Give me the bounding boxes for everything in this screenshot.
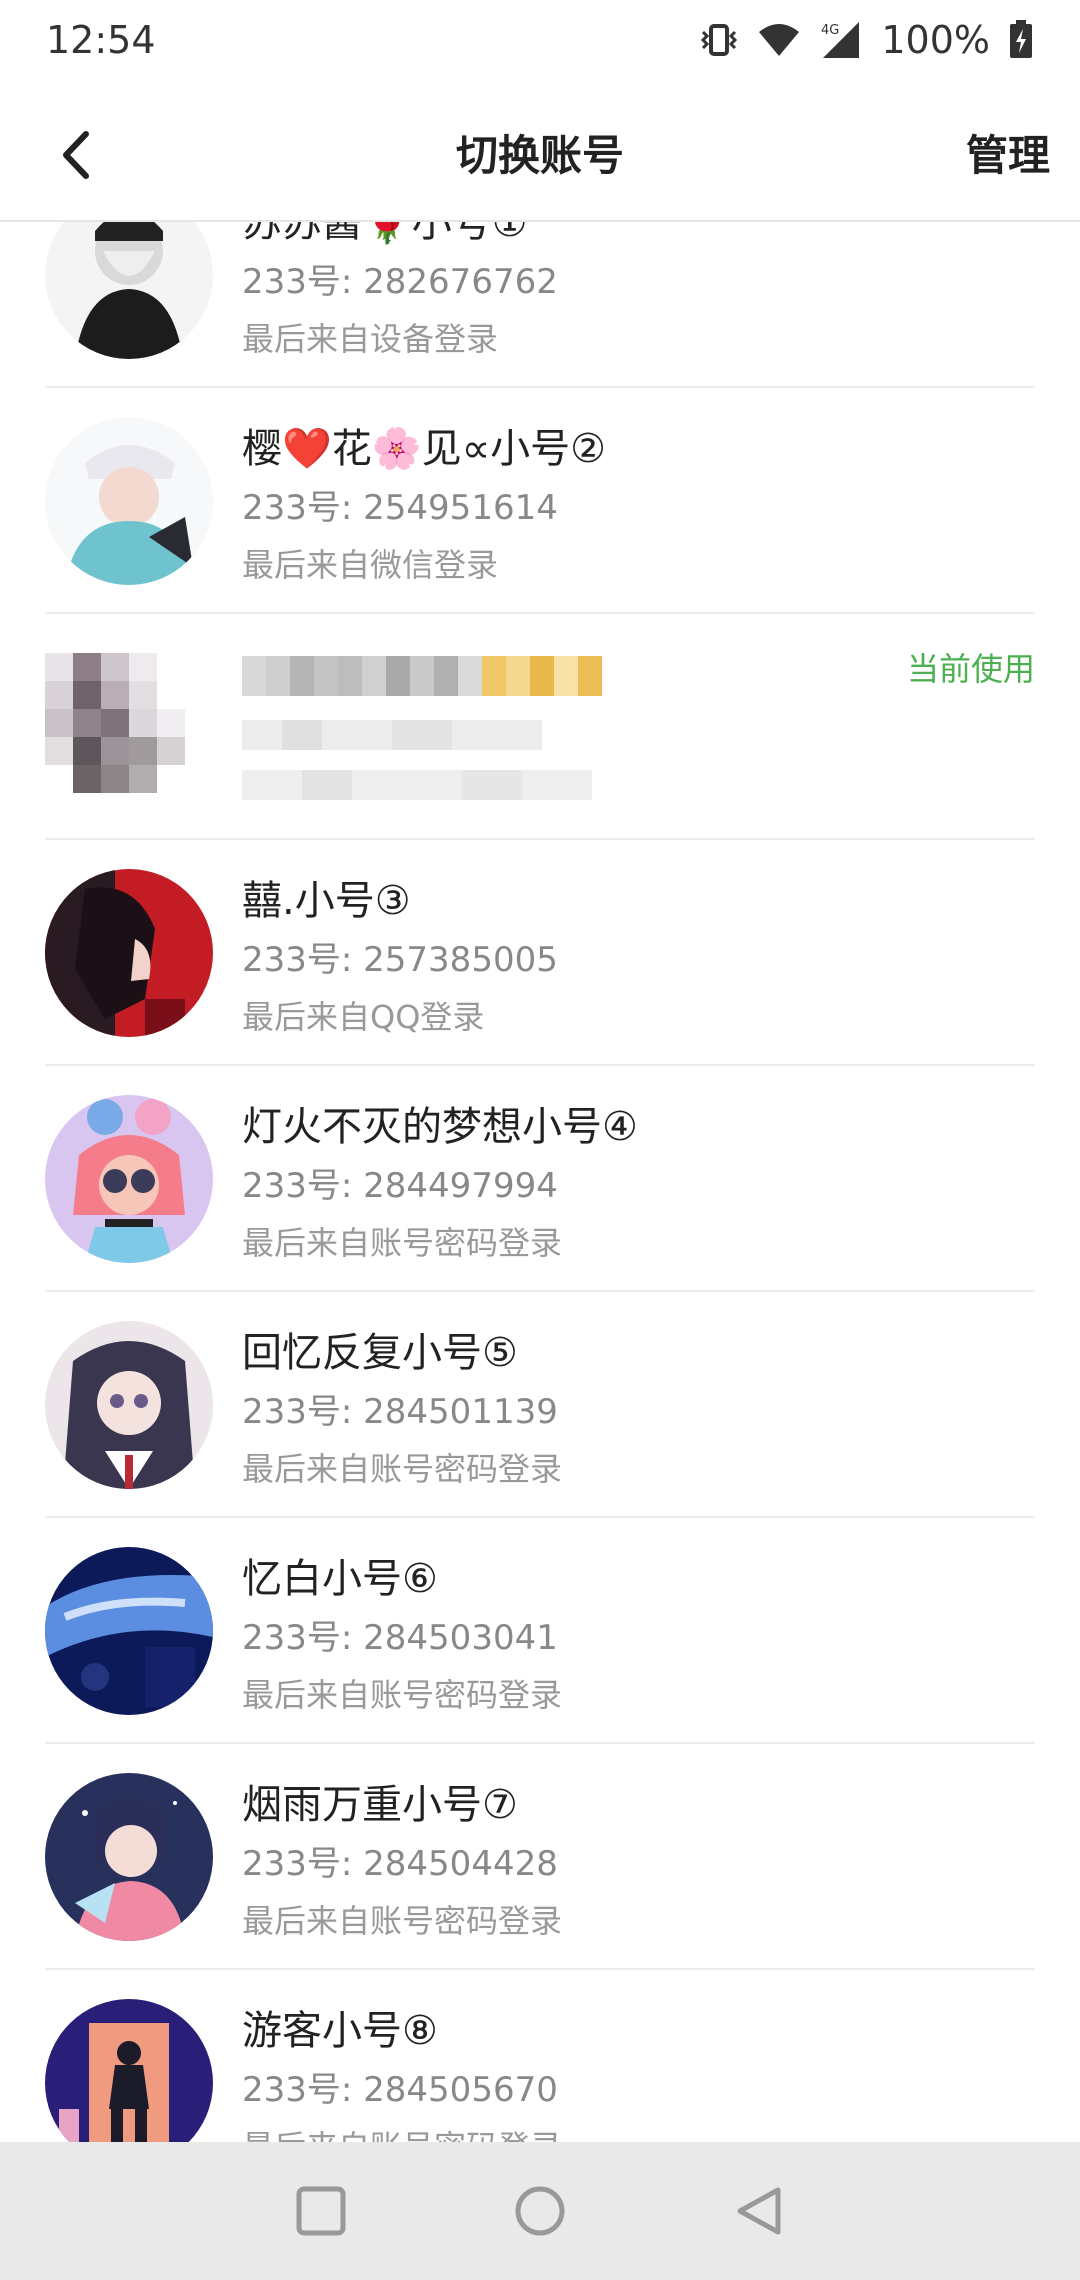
vibrate-icon [699,22,739,58]
current-account-badge: 当前使用 [906,650,1035,688]
account-uid: 233号: 282676762 [242,262,558,302]
circle-icon [515,2186,565,2236]
account-name-pixelated [242,652,622,712]
avatar-pixelated [45,643,213,811]
account-item-current[interactable]: 当前使用 [0,614,1080,840]
battery-charging-icon [1008,20,1034,60]
account-item[interactable]: 烟雨万重小号⑦ 233号: 284504428 最后来自账号密码登录 [0,1744,1080,1970]
account-item[interactable]: 苏苏酱🌹小号① 233号: 282676762 最后来自设备登录 [0,222,1080,388]
account-login-source: 最后来自账号密码登录 [242,1676,563,1714]
account-uid: 233号: 284504428 [242,1844,558,1884]
manage-button[interactable]: 管理 [966,122,1050,183]
account-list: 苏苏酱🌹小号① 233号: 282676762 最后来自设备登录 樱❤️花🌸见∝… [0,222,1080,2142]
home-button[interactable] [513,2184,567,2238]
account-name: 回忆反复小号⑤ [242,1330,518,1376]
account-name: 囍.小号③ [242,878,411,924]
avatar [45,417,213,585]
account-login-source: 最后来自账号密码登录 [242,1450,563,1488]
account-uid: 233号: 254951614 [242,488,558,528]
account-name: 忆白小号⑥ [242,1556,438,1602]
avatar [45,1095,213,1263]
status-icons: 4G 100% [699,18,1034,62]
account-name: 灯火不灭的梦想小号④ [242,1104,638,1150]
account-item[interactable]: 樱❤️花🌸见∝小号② 233号: 254951614 最后来自微信登录 [0,388,1080,614]
account-uid: 233号: 284503041 [242,1618,558,1658]
account-uid: 233号: 257385005 [242,940,558,980]
recents-button[interactable] [294,2184,348,2238]
battery-percent: 100% [881,18,990,62]
account-login-source: 最后来自设备登录 [242,320,499,358]
back-nav-button[interactable] [732,2184,786,2238]
account-login-source: 最后来自微信登录 [242,546,499,584]
account-item[interactable]: 灯火不灭的梦想小号④ 233号: 284497994 最后来自账号密码登录 [0,1066,1080,1292]
avatar [45,869,213,1037]
account-name: 苏苏酱🌹小号① [242,222,528,246]
avatar [45,1321,213,1489]
account-uid: 233号: 284497994 [242,1166,558,1206]
avatar [45,1999,213,2142]
wifi-icon [757,22,801,58]
account-name: 游客小号⑧ [242,2008,438,2054]
status-bar: 12:54 4G 100% [0,0,1080,80]
account-item[interactable]: 忆白小号⑥ 233号: 284503041 最后来自账号密码登录 [0,1518,1080,1744]
cellular-icon: 4G [819,20,863,60]
square-icon [296,2186,346,2236]
page-title: 切换账号 [455,131,624,180]
account-name: 樱❤️花🌸见∝小号② [242,426,607,472]
system-navigation-bar [0,2142,1080,2280]
header: 切换账号 管理 [0,80,1080,222]
account-item[interactable]: 回忆反复小号⑤ 233号: 284501139 最后来自账号密码登录 [0,1292,1080,1518]
account-uid: 233号: 284505670 [242,2070,558,2110]
account-login-source: 最后来自账号密码登录 [242,2122,562,2142]
account-login-pixelated [242,764,592,812]
account-item[interactable]: 囍.小号③ 233号: 257385005 最后来自QQ登录 [0,840,1080,1066]
avatar [45,222,213,359]
account-name: 烟雨万重小号⑦ [242,1782,518,1828]
triangle-back-icon [737,2187,781,2235]
account-item[interactable]: 游客小号⑧ 233号: 284505670 最后来自账号密码登录 [0,1970,1080,2142]
account-uid-pixelated [242,714,542,763]
status-time: 12:54 [46,18,156,62]
svg-text:4G: 4G [821,23,839,38]
avatar [45,1773,213,1941]
account-login-source: 最后来自账号密码登录 [242,1902,563,1940]
account-login-source: 最后来自账号密码登录 [242,1224,563,1262]
avatar [45,1547,213,1715]
account-login-source: 最后来自QQ登录 [242,998,485,1036]
account-uid: 233号: 284501139 [242,1392,558,1432]
